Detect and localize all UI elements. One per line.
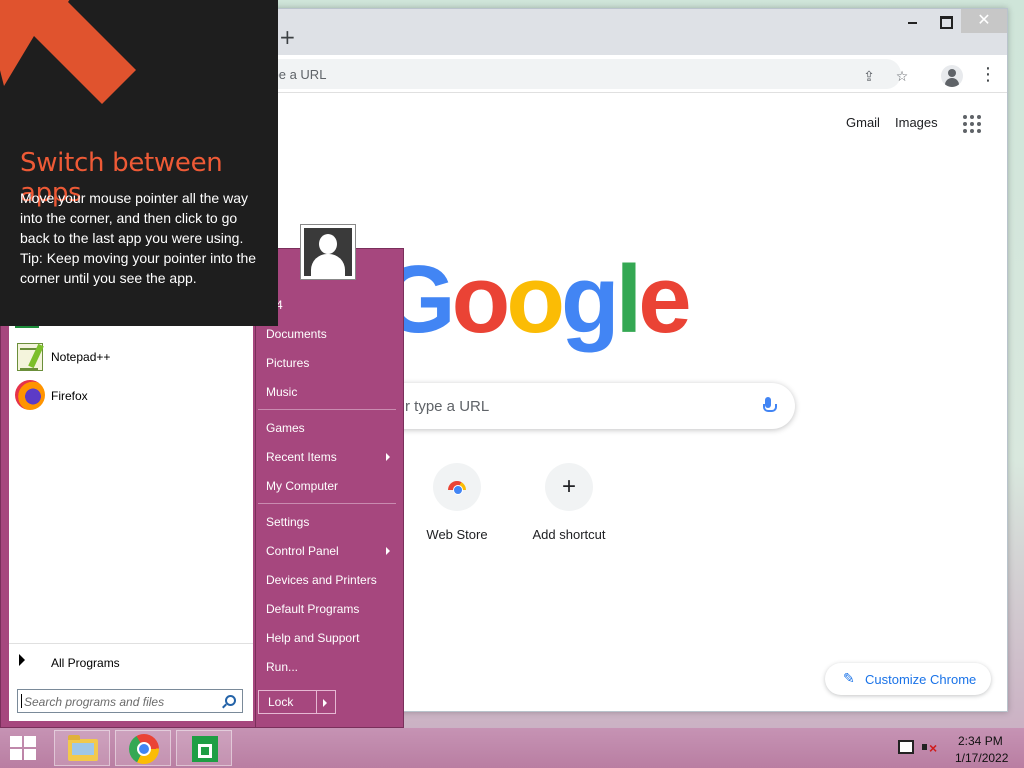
start-item-music[interactable]: Music — [266, 385, 297, 399]
bookmark-star-icon[interactable]: ☆ — [894, 68, 910, 84]
taskbar-file-explorer[interactable] — [54, 730, 110, 766]
shortcut-web-store[interactable]: Web Store — [401, 463, 513, 542]
images-link[interactable]: Images — [895, 115, 938, 130]
start-item-recent-items[interactable]: Recent Items — [266, 450, 337, 464]
customize-chrome-button[interactable]: ✎ Customize Chrome — [825, 663, 991, 695]
start-item-devices-printers[interactable]: Devices and Printers — [266, 573, 377, 587]
lock-button[interactable]: Lock — [258, 690, 336, 714]
start-item-my-computer[interactable]: My Computer — [266, 479, 338, 493]
taskbar-chrome[interactable] — [115, 730, 171, 766]
switch-apps-tip: Switch between apps Move your mouse poin… — [0, 0, 278, 326]
tip-body: Move your mouse pointer all the way into… — [20, 188, 265, 288]
program-item-notepad-plus-plus[interactable]: Notepad++ — [9, 339, 253, 373]
start-search-area: Search programs and files — [9, 677, 253, 721]
tip-hint: Tip: Keep moving your pointer into the c… — [20, 250, 257, 286]
clock-date[interactable]: 1/17/2022 — [955, 751, 1008, 765]
user-avatar[interactable] — [300, 224, 356, 280]
user-silhouette-icon — [304, 228, 352, 276]
program-label: Firefox — [51, 389, 88, 403]
divider — [258, 409, 396, 410]
voice-search-icon[interactable] — [763, 397, 777, 415]
pencil-icon: ✎ — [843, 670, 855, 686]
divider — [258, 503, 396, 504]
submenu-arrow-icon — [386, 453, 390, 461]
close-button[interactable]: ✕ — [961, 9, 1007, 33]
google-search-box[interactable]: r type a URL — [361, 383, 795, 429]
google-logo: Google — [381, 246, 692, 353]
program-list: Notepad++ Firefox — [9, 323, 253, 643]
start-item-games[interactable]: Games — [266, 421, 305, 435]
lock-label: Lock — [259, 691, 317, 713]
tab-strip: + ✕ — [261, 9, 1007, 55]
start-item-documents[interactable]: Documents — [266, 327, 327, 341]
shortcut-label: Add shortcut — [532, 527, 606, 542]
start-button-windows-icon[interactable] — [10, 736, 38, 760]
start-item-pictures[interactable]: Pictures — [266, 356, 309, 370]
address-bar[interactable]: ype a URL ⇪ ☆ — [251, 59, 908, 89]
notepad-plus-plus-icon — [17, 343, 43, 371]
program-label: Notepad++ — [51, 350, 111, 364]
submenu-arrow-icon — [386, 547, 390, 555]
search-icon[interactable] — [225, 695, 236, 706]
gmail-link[interactable]: Gmail — [846, 115, 880, 130]
arrow-right-icon — [19, 654, 25, 666]
share-icon[interactable]: ⇪ — [861, 68, 877, 84]
start-item-run[interactable]: Run... — [266, 660, 298, 674]
window-controls: ✕ — [897, 9, 1007, 35]
start-item-default-programs[interactable]: Default Programs — [266, 602, 359, 616]
menu-kebab-icon[interactable]: ⋮ — [979, 65, 997, 83]
network-icon[interactable] — [898, 740, 914, 754]
all-programs-label: All Programs — [51, 656, 120, 670]
start-item-control-panel[interactable]: Control Panel — [266, 544, 339, 558]
file-explorer-icon — [68, 735, 98, 761]
program-item-firefox[interactable]: Firefox — [9, 378, 253, 412]
google-apps-icon[interactable] — [963, 115, 981, 133]
maximize-button[interactable] — [929, 9, 961, 33]
plus-icon: + — [545, 463, 593, 511]
start-search-placeholder: Search programs and files — [24, 695, 165, 709]
new-tab-button[interactable]: + — [279, 27, 296, 47]
clock-time[interactable]: 2:34 PM — [958, 734, 1003, 748]
taskbar: 2:34 PM 1/17/2022 — [0, 728, 1024, 768]
taskbar-store[interactable] — [176, 730, 232, 766]
shortcut-label: Web Store — [426, 527, 488, 542]
store-icon — [192, 736, 218, 762]
search-placeholder: r type a URL — [405, 398, 490, 415]
minimize-button[interactable] — [897, 9, 929, 33]
toolbar: ype a URL ⇪ ☆ ⋮ — [251, 55, 1007, 93]
power-options-arrow-icon[interactable] — [317, 691, 335, 713]
corner-arrow-icon — [0, 0, 136, 104]
text-caret — [21, 694, 22, 708]
start-menu-left-pane: Notepad++ Firefox All Programs Search pr… — [0, 322, 256, 728]
customize-chrome-label: Customize Chrome — [865, 672, 977, 687]
shortcut-add[interactable]: + Add shortcut — [513, 463, 625, 542]
profile-avatar-icon[interactable] — [941, 65, 963, 87]
firefox-icon — [15, 380, 45, 410]
volume-muted-icon[interactable] — [922, 740, 937, 756]
start-search-input[interactable]: Search programs and files — [17, 689, 243, 713]
chrome-web-store-icon — [433, 463, 481, 511]
tip-instruction: Move your mouse pointer all the way into… — [20, 190, 248, 246]
all-programs-button[interactable]: All Programs — [9, 643, 253, 677]
start-item-help[interactable]: Help and Support — [266, 631, 359, 645]
chrome-icon — [129, 734, 159, 764]
start-item-settings[interactable]: Settings — [266, 515, 309, 529]
